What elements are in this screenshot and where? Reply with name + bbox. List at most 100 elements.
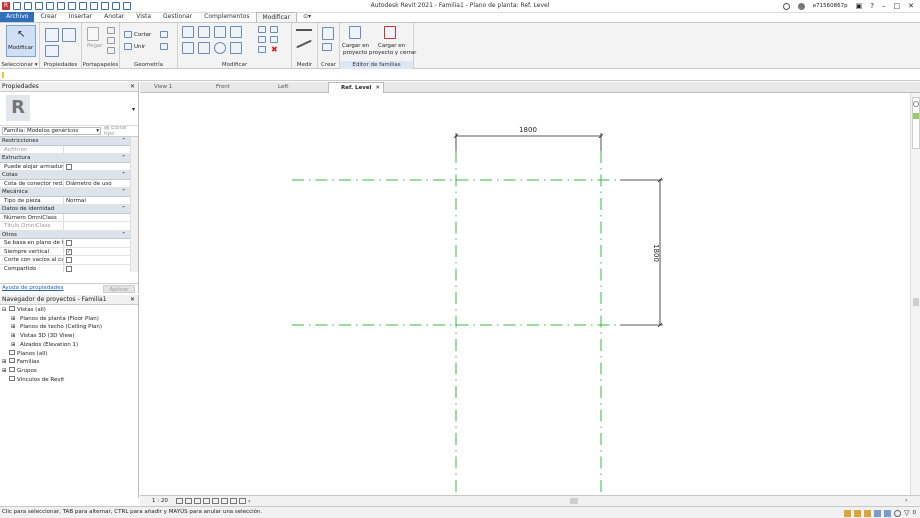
property-value[interactable] [64, 146, 130, 154]
property-category[interactable]: Estructura ⌃ [0, 154, 130, 163]
rotate-icon[interactable] [214, 42, 226, 54]
dimension-horizontal[interactable] [453, 133, 604, 151]
property-category[interactable]: Datos de identidad ⌃ [0, 205, 130, 214]
collapse-icon[interactable]: ⊟ [2, 306, 9, 315]
split-face-icon[interactable] [160, 31, 168, 38]
property-value[interactable]: Diámetro de uso [64, 180, 130, 188]
collapse-icon[interactable]: ⌃ [121, 188, 126, 197]
mirror-draw-icon[interactable] [230, 26, 242, 38]
tree-item[interactable]: ⊞ Vistas 3D (3D View) [0, 332, 138, 341]
property-value[interactable]: Normal [64, 197, 130, 205]
family-category-icon[interactable] [45, 45, 59, 57]
cut-label[interactable]: Cortar [134, 32, 151, 38]
tab-archivo[interactable]: Archivo [0, 12, 35, 22]
sun-path-icon[interactable] [194, 498, 201, 504]
split-gap-icon[interactable] [270, 26, 278, 33]
tab-view-1[interactable]: View 1 [142, 82, 202, 93]
create-similar-icon[interactable] [322, 27, 334, 40]
align-icon[interactable] [182, 26, 194, 38]
match-properties-icon[interactable] [107, 47, 115, 54]
create-components-icon[interactable] [322, 43, 332, 51]
type-selector[interactable]: R ▾ [0, 92, 138, 126]
join-label[interactable]: Unir [134, 44, 145, 50]
checked-checkbox[interactable]: ✓ [66, 248, 72, 255]
expand-icon[interactable]: ⊞ [11, 323, 18, 332]
split-icon[interactable] [258, 26, 266, 33]
expand-icon[interactable]: ⊞ [11, 341, 18, 350]
checkbox[interactable] [66, 240, 72, 246]
tab-vista[interactable]: Vista [130, 12, 157, 22]
tree-item[interactable]: ⊞ Planos de planta (Floor Plan) [0, 315, 138, 324]
user-icon[interactable] [797, 2, 805, 10]
property-value[interactable] [64, 214, 130, 222]
tree-item[interactable]: ⊞ Familias [0, 358, 138, 367]
expand-icon[interactable]: ⊞ [2, 367, 9, 376]
tab-gestionar[interactable]: Gestionar [157, 12, 198, 22]
copy-icon[interactable] [107, 37, 115, 44]
maximize-button[interactable]: □ [894, 2, 901, 10]
tree-item[interactable]: Planos (all) [0, 349, 138, 359]
detail-level-icon[interactable] [176, 498, 183, 504]
property-value[interactable] [64, 222, 130, 230]
expand-icon[interactable]: ⊞ [11, 332, 18, 341]
show-crop-icon[interactable] [221, 498, 228, 504]
view-scale[interactable]: 1 : 20 [152, 498, 168, 504]
join-icon[interactable] [124, 43, 132, 50]
shadows-icon[interactable] [203, 498, 210, 504]
plan-drawing[interactable]: 1800 1800 [140, 93, 910, 495]
chevron-left-icon[interactable]: ‹ [248, 498, 250, 505]
modify-select-button[interactable]: ↖ Modificar [6, 25, 36, 57]
property-value[interactable] [64, 163, 130, 171]
select-underlay-icon[interactable] [854, 509, 862, 517]
chevron-right-icon[interactable]: › [905, 497, 907, 504]
measure-dimension-icon[interactable] [296, 29, 312, 31]
select-links-icon[interactable] [844, 509, 852, 517]
ribbon-options-icon[interactable]: ⊙▾ [297, 12, 317, 22]
temporary-hide-icon[interactable] [230, 498, 237, 504]
tree-item[interactable]: Vínculos de Revit [0, 375, 138, 385]
help-icon[interactable]: ? [870, 2, 874, 10]
tree-item[interactable]: ⊞ Planos de techo (Ceiling Plan) [0, 323, 138, 332]
drag-elements-icon[interactable] [884, 509, 892, 517]
measure-distance-icon[interactable] [296, 39, 312, 49]
delete-icon[interactable]: ✖ [271, 45, 278, 54]
apply-button[interactable]: Aplicar [103, 285, 135, 293]
tab-anotar[interactable]: Anotar [98, 12, 130, 22]
property-category[interactable]: Restricciones ⌃ [0, 137, 130, 146]
collapse-icon[interactable]: ⌃ [121, 171, 126, 180]
vertical-scroll-thumb[interactable] [913, 298, 919, 306]
checkbox[interactable] [66, 163, 72, 170]
paste-icon[interactable] [87, 27, 99, 41]
property-category[interactable]: Cotas ⌃ [0, 171, 130, 180]
cope-icon[interactable] [124, 31, 132, 38]
pin-icon[interactable] [258, 46, 266, 53]
vertical-scrollbar[interactable] [910, 93, 920, 495]
expand-icon[interactable]: ⊞ [11, 315, 18, 324]
tree-item[interactable]: ⊞ Alzados (Elevation 1) [0, 341, 138, 350]
minimize-button[interactable]: – [882, 2, 886, 10]
tab-complementos[interactable]: Complementos [198, 12, 255, 22]
user-name[interactable]: e71560867p [813, 3, 848, 9]
array-icon[interactable] [258, 36, 266, 43]
collapse-icon[interactable]: ⌃ [121, 231, 126, 240]
edit-type-button[interactable]: ▤ Editar tipo [101, 125, 136, 137]
dimension-horizontal-text[interactable]: 1800 [519, 126, 537, 134]
cart-icon[interactable]: ▣ [856, 2, 863, 10]
scale-icon[interactable] [270, 36, 278, 43]
chevron-down-icon[interactable]: ▾ [132, 106, 135, 113]
family-types-icon[interactable] [62, 28, 76, 42]
zoom-region-icon[interactable] [913, 113, 919, 119]
mirror-axis-icon[interactable] [214, 26, 226, 38]
expand-icon[interactable]: ⊞ [2, 358, 9, 367]
group-label-seleccionar[interactable]: Seleccionar ▾ [0, 61, 39, 69]
reveal-hidden-icon[interactable] [239, 498, 246, 504]
cut-icon[interactable] [107, 27, 115, 34]
tab-insertar[interactable]: Insertar [63, 12, 98, 22]
property-category[interactable]: Mecánica ⌃ [0, 188, 130, 197]
close-icon[interactable]: ✕ [130, 295, 135, 305]
property-category[interactable]: Otros ⌃ [0, 230, 130, 240]
checkbox[interactable] [66, 257, 72, 263]
trim-icon[interactable] [230, 42, 242, 54]
close-icon[interactable]: ✕ [130, 82, 135, 92]
horizontal-scroll-thumb[interactable] [570, 498, 578, 504]
